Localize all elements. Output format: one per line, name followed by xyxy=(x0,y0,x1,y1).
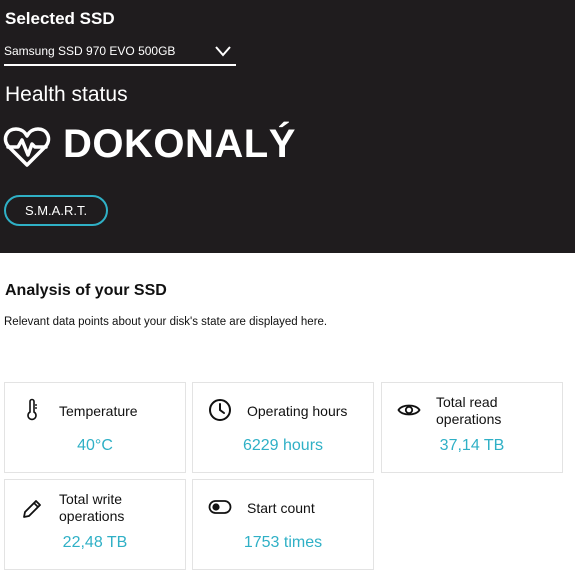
operating-hours-label: Operating hours xyxy=(247,403,348,419)
start-count-value: 1753 times xyxy=(243,534,323,551)
temperature-value: 40°C xyxy=(77,437,113,454)
start-count-label: Start count xyxy=(247,500,315,516)
health-header: Selected SSD Samsung SSD 970 EVO 500GB H… xyxy=(0,0,575,253)
total-write-label: Total write operations xyxy=(59,491,124,525)
smart-button[interactable]: S.M.A.R.T. xyxy=(4,195,108,226)
heart-pulse-icon xyxy=(3,127,51,167)
total-write-label-line2: operations xyxy=(59,508,125,524)
total-read-label-line1: Total read xyxy=(436,394,498,410)
ssd-select-value: Samsung SSD 970 EVO 500GB xyxy=(4,44,176,58)
health-status-label: Health status xyxy=(5,83,128,106)
total-write-value: 22,48 TB xyxy=(62,534,128,551)
selected-ssd-label: Selected SSD xyxy=(5,9,115,28)
temperature-card: Temperature 40°C xyxy=(4,382,186,473)
clock-icon xyxy=(209,399,231,421)
total-read-card: Total read operations 37,14 TB xyxy=(381,382,563,473)
total-read-label-line2: operations xyxy=(436,411,502,427)
total-read-value: 37,14 TB xyxy=(439,437,505,454)
toggle-icon xyxy=(208,500,232,514)
total-write-label-line1: Total write xyxy=(59,491,123,507)
chevron-down-icon xyxy=(215,46,231,57)
total-read-label: Total read operations xyxy=(436,394,501,428)
operating-hours-value: 6229 hours xyxy=(242,437,324,454)
analysis-title: Analysis of your SSD xyxy=(5,282,167,299)
ssd-select-dropdown[interactable]: Samsung SSD 970 EVO 500GB xyxy=(4,42,236,66)
temperature-label: Temperature xyxy=(59,403,138,419)
thermometer-icon xyxy=(27,398,37,421)
analysis-description: Relevant data points about your disk's s… xyxy=(4,316,328,328)
health-status-value: DOKONALÝ xyxy=(63,122,296,166)
start-count-card: Start count 1753 times xyxy=(192,479,374,570)
operating-hours-card: Operating hours 6229 hours xyxy=(192,382,374,473)
pencil-icon xyxy=(23,500,41,518)
total-write-card: Total write operations 22,48 TB xyxy=(4,479,186,570)
eye-icon xyxy=(397,404,421,416)
